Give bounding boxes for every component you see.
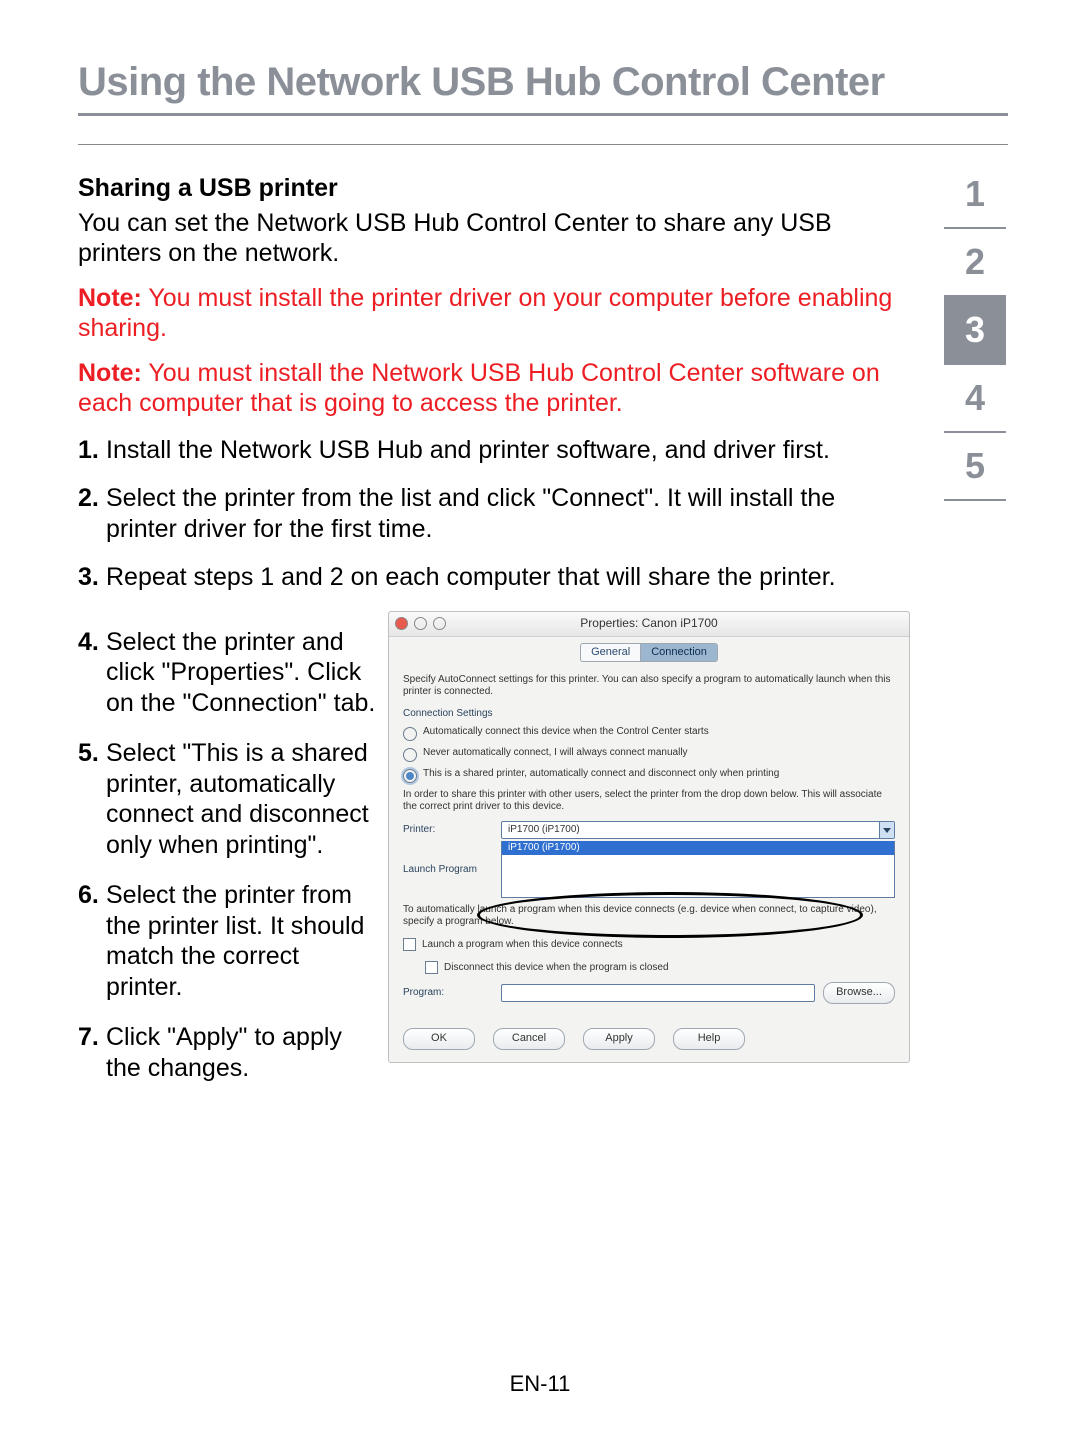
program-field[interactable] [501, 984, 815, 1002]
radio-auto-connect-label: Automatically connect this device when t… [423, 726, 709, 738]
checkbox-icon [425, 961, 438, 974]
step-5: 5.Select "This is a shared printer, auto… [78, 738, 378, 860]
cancel-button[interactable]: Cancel [493, 1028, 565, 1050]
printer-combobox[interactable]: iP1700 (iP1700) [501, 821, 895, 839]
properties-dialog: Properties: Canon iP1700 General Connect… [388, 611, 910, 1064]
content-row: Sharing a USB printer You can set the Ne… [78, 165, 1008, 1103]
step-4-text: Select the printer and click "Properties… [106, 628, 375, 717]
note-2: Note: You must install the Network USB H… [78, 358, 910, 419]
ok-button[interactable]: OK [403, 1028, 475, 1050]
text-column: Sharing a USB printer You can set the Ne… [78, 165, 942, 1103]
nav-item-5[interactable]: 5 [944, 433, 1006, 501]
launch-program-checkbox-label: Launch a program when this device connec… [422, 939, 623, 951]
launch-program-row: Launch Program iP1700 (iP1700) [403, 841, 895, 898]
dialog-description: Specify AutoConnect settings for this pr… [403, 674, 895, 698]
page-title: Using the Network USB Hub Control Center [78, 60, 1008, 116]
share-help-text: In order to share this printer with othe… [403, 789, 895, 813]
browse-button[interactable]: Browse... [823, 982, 895, 1004]
radio-icon [403, 769, 417, 783]
launch-program-label: Launch Program [403, 864, 493, 876]
steps-top: 1.Install the Network USB Hub and printe… [78, 435, 910, 593]
nav-item-2[interactable]: 2 [944, 229, 1006, 297]
intro-paragraph: You can set the Network USB Hub Control … [78, 208, 910, 269]
note-label: Note: [78, 359, 142, 387]
note-label: Note: [78, 284, 142, 312]
apply-button[interactable]: Apply [583, 1028, 655, 1050]
step-1: 1.Install the Network USB Hub and printe… [78, 435, 910, 466]
program-label: Program: [403, 987, 493, 999]
dialog-body: Specify AutoConnect settings for this pr… [389, 662, 909, 1062]
step-2: 2.Select the printer from the list and c… [78, 483, 910, 544]
step-3: 3.Repeat steps 1 and 2 on each computer … [78, 562, 910, 593]
disconnect-checkbox[interactable]: Disconnect this device when the program … [425, 961, 895, 974]
wrap-row: 4.Select the printer and click "Properti… [78, 611, 910, 1104]
printer-label: Printer: [403, 824, 493, 836]
disconnect-checkbox-label: Disconnect this device when the program … [444, 962, 669, 974]
step-1-text: Install the Network USB Hub and printer … [106, 436, 830, 464]
step-4: 4.Select the printer and click "Properti… [78, 627, 378, 719]
dialog-tabs: General Connection [389, 643, 909, 662]
radio-never-connect-label: Never automatically connect, I will alwa… [423, 747, 688, 759]
section-heading: Sharing a USB printer [78, 173, 910, 204]
minimize-icon[interactable] [414, 617, 427, 630]
dialog-button-row: OK Cancel Apply Help [403, 1018, 895, 1050]
printer-row: Printer: iP1700 (iP1700) [403, 821, 895, 839]
radio-icon [403, 727, 417, 741]
radio-shared-printer[interactable]: This is a shared printer, automatically … [403, 768, 895, 783]
connection-settings-label: Connection Settings [403, 708, 895, 720]
radio-icon [403, 748, 417, 762]
zoom-icon[interactable] [433, 617, 446, 630]
tab-general[interactable]: General [580, 643, 640, 662]
radio-auto-connect[interactable]: Automatically connect this device when t… [403, 726, 895, 741]
chevron-down-icon [879, 822, 894, 838]
note-2-text: You must install the Network USB Hub Con… [78, 359, 880, 418]
divider [78, 144, 1008, 145]
printer-dropdown-panel[interactable]: iP1700 (iP1700) [501, 841, 895, 898]
checkbox-icon [403, 938, 416, 951]
launch-program-checkbox[interactable]: Launch a program when this device connec… [403, 938, 895, 951]
steps-side-column: 4.Select the printer and click "Properti… [78, 611, 388, 1104]
nav-item-1[interactable]: 1 [944, 161, 1006, 229]
note-1: Note: You must install the printer drive… [78, 283, 910, 344]
nav-item-4[interactable]: 4 [944, 365, 1006, 433]
program-row: Program: Browse... [403, 982, 895, 1004]
dialog-titlebar: Properties: Canon iP1700 [389, 612, 909, 637]
section-nav: 1 2 3 4 5 [942, 161, 1008, 1103]
close-icon[interactable] [395, 617, 408, 630]
tab-connection[interactable]: Connection [640, 643, 718, 662]
steps-side: 4.Select the printer and click "Properti… [78, 627, 378, 1084]
note-1-text: You must install the printer driver on y… [78, 284, 892, 343]
step-6-text: Select the printer from the printer list… [106, 881, 364, 1001]
step-7: 7.Click "Apply" to apply the changes. [78, 1022, 378, 1083]
printer-combobox-value: iP1700 (iP1700) [508, 824, 580, 836]
step-2-text: Select the printer from the list and cli… [106, 484, 835, 543]
nav-item-3[interactable]: 3 [944, 297, 1006, 365]
radio-shared-printer-label: This is a shared printer, automatically … [423, 768, 779, 780]
step-6: 6.Select the printer from the printer li… [78, 880, 378, 1002]
page-footer: EN-11 [0, 1371, 1080, 1397]
dialog-title: Properties: Canon iP1700 [389, 616, 909, 631]
help-button[interactable]: Help [673, 1028, 745, 1050]
auto-launch-text: To automatically launch a program when t… [403, 904, 895, 928]
radio-never-connect[interactable]: Never automatically connect, I will alwa… [403, 747, 895, 762]
step-3-text: Repeat steps 1 and 2 on each computer th… [106, 563, 836, 591]
step-7-text: Click "Apply" to apply the changes. [106, 1023, 342, 1082]
step-5-text: Select "This is a shared printer, automa… [106, 739, 369, 859]
printer-dropdown-item[interactable]: iP1700 (iP1700) [502, 841, 894, 855]
